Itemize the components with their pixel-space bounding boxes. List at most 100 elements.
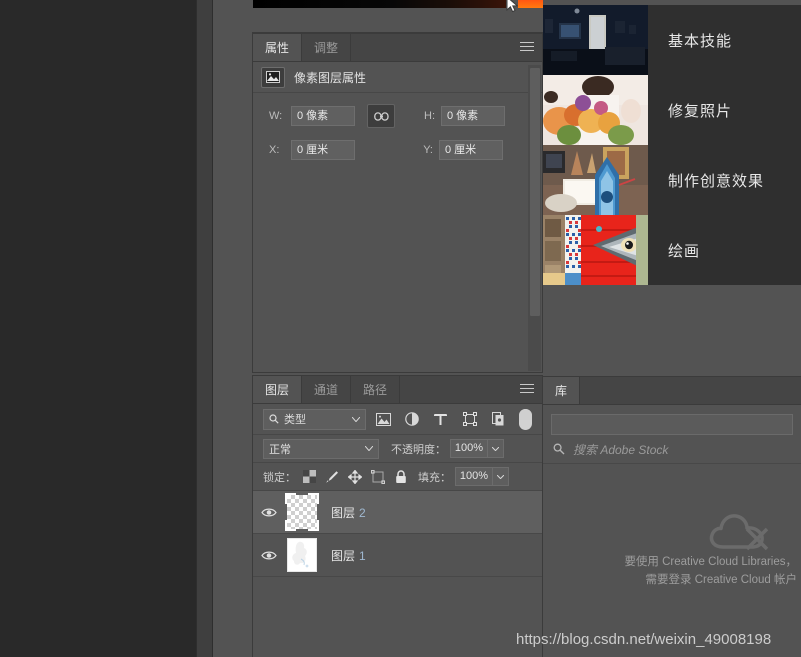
adobe-stock-search[interactable]: 搜索 Adobe Stock <box>543 435 801 464</box>
layer-visibility-toggle[interactable] <box>253 534 285 576</box>
layer-visibility-toggle[interactable] <box>253 491 285 533</box>
list-item-label: 修复照片 <box>668 102 733 120</box>
tutorials-panel: 基本技能 修复照片 制作创意效果 绘画 <box>543 0 801 376</box>
properties-header: 像素图层属性 <box>253 62 542 93</box>
list-item[interactable]: 修复照片 <box>543 75 801 145</box>
lock-artboard-nesting-icon[interactable] <box>368 467 388 487</box>
adjustment-filter-icon[interactable] <box>401 408 423 430</box>
tab-channels-label: 通道 <box>314 383 339 397</box>
watermark-url: https://blog.csdn.net/weixin_49008198 <box>516 631 772 648</box>
shape-filter-icon[interactable] <box>459 408 481 430</box>
photoshop-window: 属性 调整 像素图层属性 W: 0 像素 H: 0 像素 X: 0 厘米 Y: … <box>0 0 801 657</box>
height-label: H: <box>424 110 435 122</box>
y-label: Y: <box>423 144 433 156</box>
opacity-stepper[interactable] <box>488 439 504 458</box>
width-input[interactable]: 0 像素 <box>291 106 355 126</box>
lock-transparent-pixels-icon[interactable] <box>299 467 319 487</box>
libraries-empty-state: 要使用 Creative Cloud Libraries， 需要登录 Creat… <box>543 553 801 589</box>
tab-paths-label: 路径 <box>363 383 388 397</box>
layer-list: 图层 2 图层 1 <box>253 491 542 577</box>
lock-image-pixels-icon[interactable] <box>322 467 342 487</box>
libraries-empty-line-2: 需要登录 Creative Cloud 帐户 <box>645 574 797 586</box>
flower-bouquet-photo <box>543 75 648 145</box>
list-item[interactable]: 绘画 <box>543 215 801 285</box>
image-filter-icon[interactable] <box>373 408 395 430</box>
properties-panel-menu-icon[interactable] <box>520 42 534 53</box>
fish-painting-photo <box>543 215 648 285</box>
right-panel-column: 基本技能 修复照片 制作创意效果 绘画 库 搜索 Adobe Stock 要使用… <box>543 0 801 657</box>
tab-layers-label: 图层 <box>265 383 290 397</box>
libraries-search-input[interactable] <box>551 414 793 435</box>
fill-stepper[interactable] <box>493 467 509 486</box>
tab-libraries-label: 库 <box>555 384 568 398</box>
properties-tab-row: 属性 调整 <box>253 34 542 62</box>
layer-thumbnail[interactable] <box>285 493 319 531</box>
chevron-down-icon <box>365 446 373 451</box>
chain-link-icon[interactable] <box>367 104 395 128</box>
x-input[interactable]: 0 厘米 <box>291 140 355 160</box>
type-filter-icon[interactable] <box>430 408 452 430</box>
layer-name-number: 1 <box>359 548 366 563</box>
layer-filter-row: 类型 <box>253 404 542 435</box>
search-icon <box>269 414 279 424</box>
properties-wh-row: W: 0 像素 H: 0 像素 <box>253 104 542 128</box>
layer-thumbnail-selection-brackets <box>285 493 319 531</box>
blend-mode-row: 正常 不透明度： 100% <box>253 435 542 463</box>
tab-properties-label: 属性 <box>265 41 290 55</box>
chevron-down-icon <box>497 474 504 479</box>
layer-name-text: 图层 <box>331 505 356 520</box>
y-input[interactable]: 0 厘米 <box>439 140 503 160</box>
cloud-disconnected-icon <box>707 507 771 558</box>
document-canvas[interactable] <box>0 0 196 657</box>
tab-properties[interactable]: 属性 <box>253 34 303 61</box>
tab-layers[interactable]: 图层 <box>253 376 303 403</box>
lock-position-icon[interactable] <box>345 467 365 487</box>
search-icon <box>553 443 565 455</box>
libraries-panel: 库 搜索 Adobe Stock 要使用 Creative Cloud Libr… <box>543 376 801 657</box>
opacity-input[interactable]: 100% <box>450 439 488 458</box>
table-row[interactable]: 图层 1 <box>253 534 542 577</box>
smart-object-filter-icon[interactable] <box>487 408 509 430</box>
opacity-label: 不透明度： <box>391 443 446 456</box>
list-item[interactable]: 制作创意效果 <box>543 145 801 215</box>
fill-input[interactable]: 100% <box>455 467 493 486</box>
layer-filter-kind-label: 类型 <box>284 414 306 426</box>
tab-channels[interactable]: 通道 <box>302 376 352 403</box>
layer-thumbnail-image <box>287 538 317 572</box>
table-row[interactable]: 图层 2 <box>253 491 542 534</box>
tab-libraries[interactable]: 库 <box>543 377 581 404</box>
tab-adjustments-label: 调整 <box>314 41 339 55</box>
gradient-preview-bar[interactable] <box>253 0 506 8</box>
filter-enable-toggle[interactable] <box>519 408 532 430</box>
layer-name[interactable]: 图层 2 <box>331 504 366 521</box>
layer-filter-kind-select[interactable]: 类型 <box>263 408 366 430</box>
properties-tab-filler <box>351 34 542 61</box>
layer-name-number: 2 <box>359 505 366 520</box>
panel-dock-divider <box>196 0 213 657</box>
list-item[interactable]: 基本技能 <box>543 5 801 75</box>
blend-mode-select[interactable]: 正常 <box>263 438 379 459</box>
lock-row: 锁定： 填充： 100% <box>253 463 542 491</box>
adobe-stock-placeholder: 搜索 Adobe Stock <box>573 442 669 457</box>
dark-room-photo <box>543 5 648 75</box>
libraries-empty-line-1: 要使用 Creative Cloud Libraries， <box>624 556 797 568</box>
list-item-label: 制作创意效果 <box>668 172 765 190</box>
tab-paths[interactable]: 路径 <box>351 376 401 403</box>
layers-panel-menu-icon[interactable] <box>520 384 534 395</box>
tab-adjustments[interactable]: 调整 <box>302 34 352 61</box>
properties-panel: 属性 调整 像素图层属性 W: 0 像素 H: 0 像素 X: 0 厘米 Y: … <box>252 33 543 373</box>
blend-mode-value: 正常 <box>269 443 291 456</box>
properties-header-title: 像素图层属性 <box>294 70 367 85</box>
x-label: X: <box>269 144 280 156</box>
height-input[interactable]: 0 像素 <box>441 106 505 126</box>
layer-name[interactable]: 图层 1 <box>331 547 366 564</box>
properties-xy-row: X: 0 厘米 Y: 0 厘米 <box>253 139 542 161</box>
list-item-label: 基本技能 <box>668 32 733 50</box>
layers-tab-row: 图层 通道 路径 <box>253 376 542 404</box>
chevron-down-icon <box>492 446 499 451</box>
libraries-tab-row: 库 <box>543 377 801 405</box>
properties-scrollbar-thumb[interactable] <box>530 68 540 316</box>
layer-thumbnail[interactable] <box>285 536 319 574</box>
lock-all-icon[interactable] <box>391 467 411 487</box>
pixel-layer-icon <box>261 66 285 88</box>
